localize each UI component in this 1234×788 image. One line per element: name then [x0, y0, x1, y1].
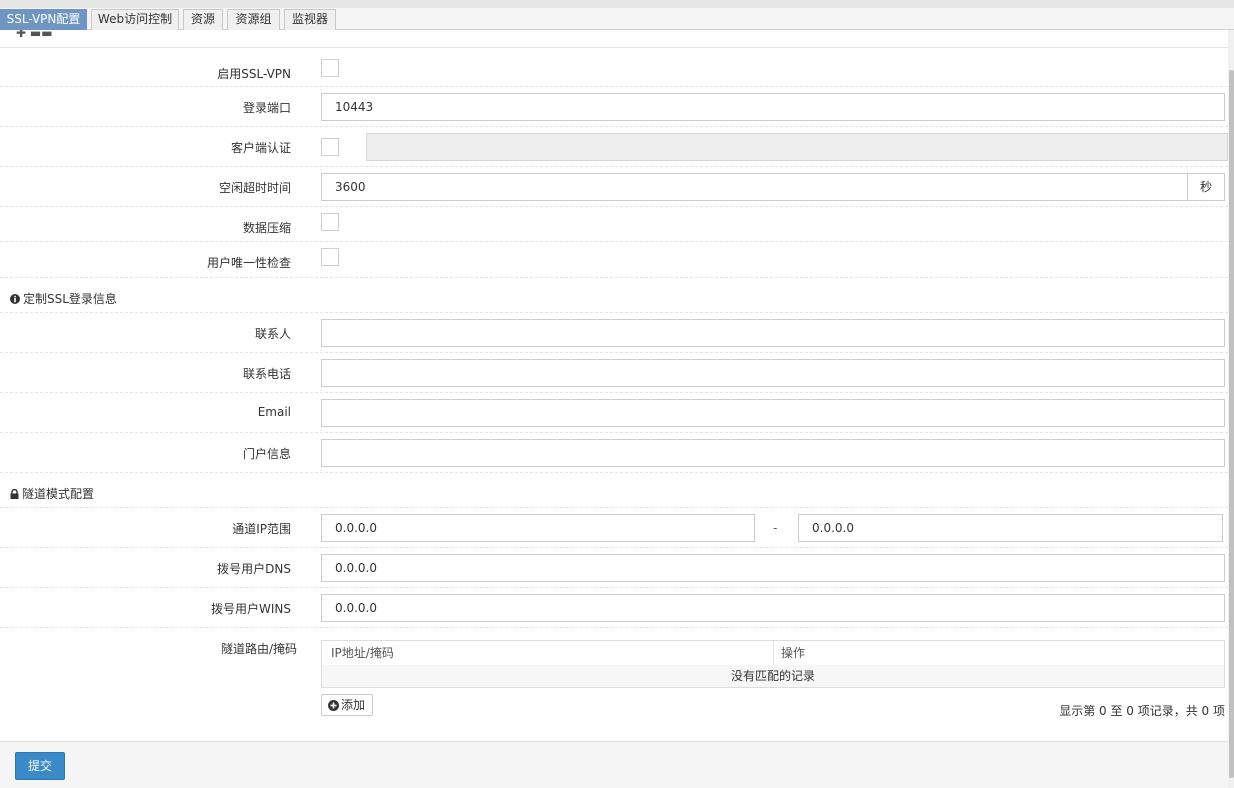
row-data-compression: 数据压缩 — [0, 207, 1228, 242]
row-dial-dns: 拨号用户DNS 0.0.0.0 — [0, 548, 1228, 588]
portal-info-input[interactable] — [321, 439, 1225, 467]
login-info-heading: 定制SSL登录信息 — [10, 290, 117, 307]
add-route-button[interactable]: 添加 — [321, 694, 373, 716]
ip-range-start-input[interactable]: 0.0.0.0 — [321, 514, 755, 542]
tab-ssl-vpn-config[interactable]: SSL-VPN配置 — [0, 9, 87, 30]
column-divider — [773, 641, 774, 665]
tab-resource-groups[interactable]: 资源组 — [227, 9, 280, 30]
contact-input[interactable] — [321, 319, 1225, 347]
user-unique-check-label: 用户唯一性检查 — [206, 256, 291, 270]
ip-range-separator: - — [773, 521, 778, 535]
add-route-label: 添加 — [341, 698, 366, 712]
client-auth-select-disabled — [366, 133, 1228, 161]
idle-timeout-input[interactable]: 3600 — [321, 173, 1188, 201]
info-circle-icon — [10, 294, 20, 304]
client-auth-label: 客户端认证 — [230, 141, 291, 155]
section-tunnel-mode: 隧道模式配置 — [0, 473, 1228, 508]
user-unique-check-checkbox[interactable] — [321, 248, 339, 266]
row-client-auth: 客户端认证 — [0, 127, 1228, 167]
routes-col-ip-mask[interactable]: IP地址/掩码 — [331, 641, 394, 665]
window-top-bar — [0, 0, 1234, 8]
tunnel-routes-label: 隧道路由/掩码 — [220, 642, 297, 656]
login-port-label: 登录端口 — [242, 101, 291, 115]
dial-dns-label: 拨号用户DNS — [217, 562, 291, 576]
row-idle-timeout: 空闲超时时间 3600 秒 — [0, 167, 1228, 207]
clipped-panel-heading: ✚ ▬▬ — [16, 30, 53, 38]
lock-icon — [10, 488, 19, 499]
tab-web-access-control[interactable]: Web访问控制 — [91, 9, 179, 30]
tunnel-mode-title: 隧道模式配置 — [22, 487, 95, 501]
phone-input[interactable] — [321, 359, 1225, 387]
login-info-title: 定制SSL登录信息 — [23, 292, 117, 306]
idle-timeout-label: 空闲超时时间 — [218, 181, 291, 195]
row-login-port: 登录端口 10443 — [0, 87, 1228, 127]
row-email: Email — [0, 393, 1228, 433]
portal-info-label: 门户信息 — [242, 447, 291, 461]
row-contact: 联系人 — [0, 313, 1228, 353]
enable-ssl-vpn-label: 启用SSL-VPN — [217, 67, 291, 81]
row-portal-info: 门户信息 — [0, 433, 1228, 473]
phone-label: 联系电话 — [242, 367, 291, 381]
email-input[interactable] — [321, 399, 1225, 427]
ip-range-label: 通道IP范围 — [232, 522, 291, 536]
row-tunnel-ip-range: 通道IP范围 0.0.0.0 0.0.0.0 — [0, 508, 1228, 548]
section-login-info: 定制SSL登录信息 — [0, 278, 1228, 313]
contact-label: 联系人 — [254, 327, 291, 341]
routes-table: IP地址/掩码 操作 没有匹配的记录 — [321, 640, 1225, 688]
dial-dns-input[interactable]: 0.0.0.0 — [321, 554, 1225, 582]
idle-timeout-unit: 秒 — [1187, 173, 1225, 201]
pagination-info: 显示第 0 至 0 项记录，共 0 项 — [1059, 704, 1225, 718]
tab-bar: SSL-VPN配置 Web访问控制 资源 资源组 监视器 — [0, 8, 1234, 30]
tab-resources[interactable]: 资源 — [183, 9, 223, 30]
plus-circle-icon — [328, 700, 339, 711]
form-footer — [0, 741, 1228, 788]
row-dial-wins: 拨号用户WINS 0.0.0.0 — [0, 588, 1228, 628]
tunnel-mode-heading: 隧道模式配置 — [10, 485, 94, 502]
ip-range-end-input[interactable]: 0.0.0.0 — [798, 514, 1223, 542]
login-port-input[interactable]: 10443 — [321, 93, 1225, 121]
scrollbar-thumb[interactable] — [1229, 70, 1234, 778]
row-phone: 联系电话 — [0, 353, 1228, 393]
submit-button[interactable]: 提交 — [15, 752, 65, 780]
data-compression-checkbox[interactable] — [321, 213, 339, 231]
data-compression-label: 数据压缩 — [242, 221, 291, 235]
routes-empty-row: 没有匹配的记录 — [322, 665, 1224, 687]
row-enable-ssl-vpn: 启用SSL-VPN — [0, 47, 1228, 87]
tab-monitor[interactable]: 监视器 — [284, 9, 336, 30]
email-label: Email — [257, 405, 291, 419]
row-user-unique-check: 用户唯一性检查 — [0, 242, 1228, 278]
routes-col-action[interactable]: 操作 — [781, 641, 805, 665]
dial-wins-label: 拨号用户WINS — [211, 602, 291, 616]
dial-wins-input[interactable]: 0.0.0.0 — [321, 594, 1225, 622]
client-auth-checkbox[interactable] — [321, 138, 339, 156]
enable-ssl-vpn-checkbox[interactable] — [321, 59, 339, 77]
